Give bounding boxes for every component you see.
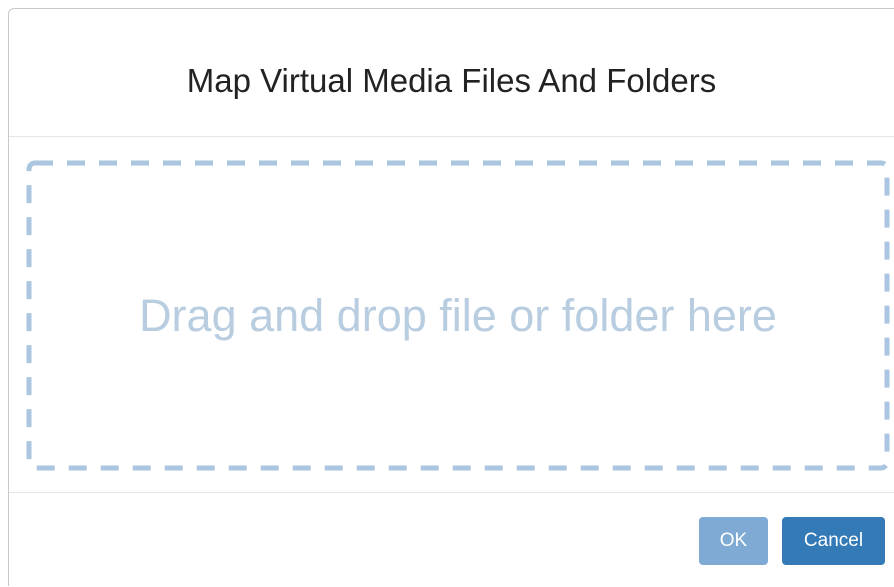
dialog-header: Map Virtual Media Files And Folders: [9, 9, 894, 137]
dialog-body: Drag and drop file or folder here: [9, 138, 894, 492]
cancel-button[interactable]: Cancel: [782, 517, 885, 565]
drop-zone-text: Drag and drop file or folder here: [139, 290, 777, 341]
map-virtual-media-dialog: Map Virtual Media Files And Folders Drag…: [8, 8, 894, 586]
dialog-title: Map Virtual Media Files And Folders: [186, 62, 717, 99]
ok-button[interactable]: OK: [699, 517, 768, 565]
drop-zone[interactable]: Drag and drop file or folder here: [26, 160, 890, 471]
dialog-footer: OK Cancel: [9, 492, 894, 587]
